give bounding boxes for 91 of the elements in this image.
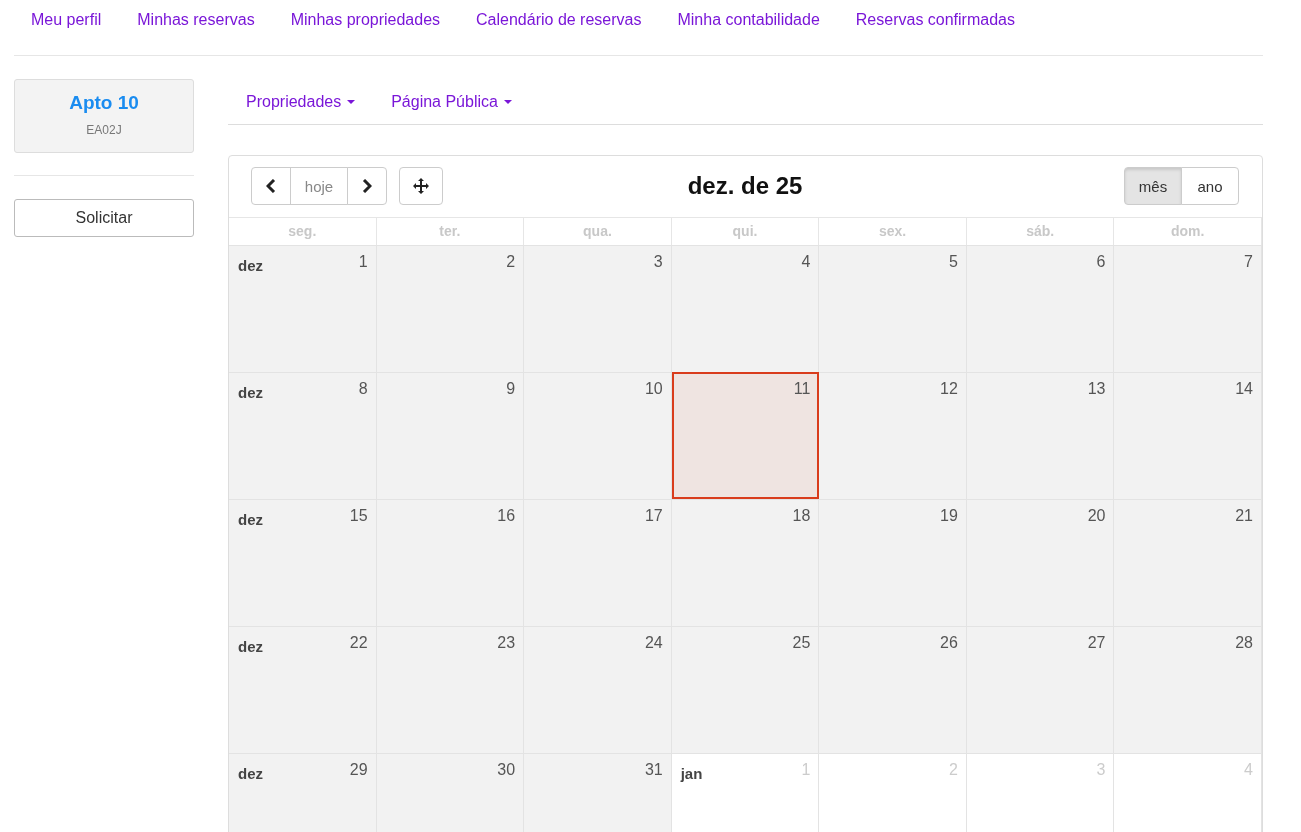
day-cell[interactable]: 24 <box>524 626 672 753</box>
day-number: 20 <box>1087 507 1106 525</box>
day-number: 3 <box>653 253 663 271</box>
day-cell[interactable]: dez 15 <box>229 499 377 626</box>
day-number: 19 <box>940 507 958 525</box>
day-cell[interactable]: 21 <box>1114 499 1262 626</box>
day-number: 24 <box>644 634 663 652</box>
day-number: 28 <box>1235 634 1253 652</box>
day-cell[interactable]: 7 <box>1114 245 1262 372</box>
day-number: 12 <box>940 380 958 398</box>
nav-link[interactable]: Minha contabilidade <box>677 11 820 31</box>
day-number: 6 <box>1096 253 1106 271</box>
property-code: EA02J <box>86 123 122 137</box>
move-button[interactable] <box>399 167 443 205</box>
request-button[interactable]: Solicitar <box>14 199 194 237</box>
day-cell[interactable]: 17 <box>524 499 672 626</box>
day-cell[interactable]: 28 <box>1114 626 1262 753</box>
dropdown-menu[interactable]: Propriedades <box>246 92 356 111</box>
day-number: 7 <box>1244 253 1253 271</box>
nav-link[interactable]: Meu perfil <box>31 11 102 31</box>
day-number: 16 <box>497 507 516 525</box>
property-name: Apto 10 <box>69 92 139 114</box>
day-cell[interactable]: 18 <box>671 499 820 626</box>
day-number: 10 <box>644 380 663 398</box>
day-cell[interactable]: 4 <box>671 245 820 372</box>
day-cell[interactable]: 25 <box>671 626 820 753</box>
day-number: 29 <box>349 761 368 779</box>
day-number: 13 <box>1087 380 1106 398</box>
day-cell[interactable]: 3 <box>524 245 672 372</box>
month-label: dez <box>238 638 263 655</box>
dropdown-menu[interactable]: Página Pública <box>391 92 512 111</box>
day-number: 23 <box>497 634 516 652</box>
nav-link[interactable]: Reservas confirmadas <box>855 11 1015 31</box>
today-button[interactable]: hoje <box>290 167 348 205</box>
day-number: 25 <box>792 634 811 652</box>
day-cell[interactable]: 23 <box>376 626 525 753</box>
day-cell[interactable]: 19 <box>819 499 967 626</box>
move-icon <box>413 178 429 194</box>
month-label: dez <box>238 257 263 274</box>
day-cell[interactable]: dez 1 <box>229 245 377 372</box>
day-number: 1 <box>358 253 368 271</box>
day-cell[interactable]: 27 <box>966 626 1115 753</box>
day-cell[interactable]: 31 <box>524 753 672 832</box>
previous-button[interactable] <box>251 167 291 205</box>
month-label: dez <box>238 384 263 401</box>
day-number: 5 <box>948 253 958 271</box>
day-cell[interactable]: 13 <box>966 372 1115 499</box>
month-label: jan <box>680 765 703 782</box>
day-number: 27 <box>1087 634 1106 652</box>
day-cell[interactable]: 10 <box>524 372 672 499</box>
day-cell[interactable]: 2 <box>376 245 525 372</box>
day-cell[interactable]: 11 <box>671 372 820 499</box>
day-cell[interactable]: 30 <box>376 753 525 832</box>
day-number: 9 <box>506 380 516 398</box>
day-cell[interactable]: 6 <box>966 245 1115 372</box>
day-number: 21 <box>1235 507 1253 525</box>
day-number: 11 <box>793 380 811 398</box>
day-number: 31 <box>644 761 663 779</box>
day-number: 30 <box>497 761 516 779</box>
day-number: 15 <box>349 507 368 525</box>
view-button[interactable]: ano <box>1181 167 1239 205</box>
chevron-left-icon <box>266 179 276 193</box>
calendar-title: dez. de 25 <box>687 172 803 200</box>
day-number: 17 <box>644 507 663 525</box>
day-cell[interactable]: 9 <box>376 372 525 499</box>
chevron-right-icon <box>362 179 372 193</box>
month-label: dez <box>238 511 263 528</box>
day-number: 4 <box>801 253 811 271</box>
day-cell[interactable]: 14 <box>1114 372 1262 499</box>
day-cell[interactable]: 12 <box>819 372 967 499</box>
day-number: 18 <box>792 507 811 525</box>
view-button[interactable]: mês <box>1124 167 1182 205</box>
nav-link[interactable]: Minhas propriedades <box>290 11 441 31</box>
caret-icon <box>347 99 356 104</box>
day-number: 14 <box>1235 380 1253 398</box>
next-button[interactable] <box>347 167 387 205</box>
day-cell[interactable]: dez 22 <box>229 626 377 753</box>
day-cell[interactable]: dez 8 <box>229 372 377 499</box>
day-cell[interactable]: dez 29 <box>229 753 377 832</box>
caret-icon <box>503 99 512 104</box>
day-number: 8 <box>358 380 368 398</box>
nav-link[interactable]: Calendário de reservas <box>476 11 642 31</box>
day-cell[interactable]: 26 <box>819 626 967 753</box>
nav-link[interactable]: Minhas reservas <box>137 11 255 31</box>
day-cell[interactable]: 5 <box>819 245 967 372</box>
day-cell[interactable]: 16 <box>376 499 525 626</box>
day-cell[interactable]: 20 <box>966 499 1115 626</box>
day-number: 26 <box>940 634 958 652</box>
day-number: 2 <box>506 253 516 271</box>
month-label: dez <box>238 765 263 782</box>
day-number: 22 <box>349 634 368 652</box>
